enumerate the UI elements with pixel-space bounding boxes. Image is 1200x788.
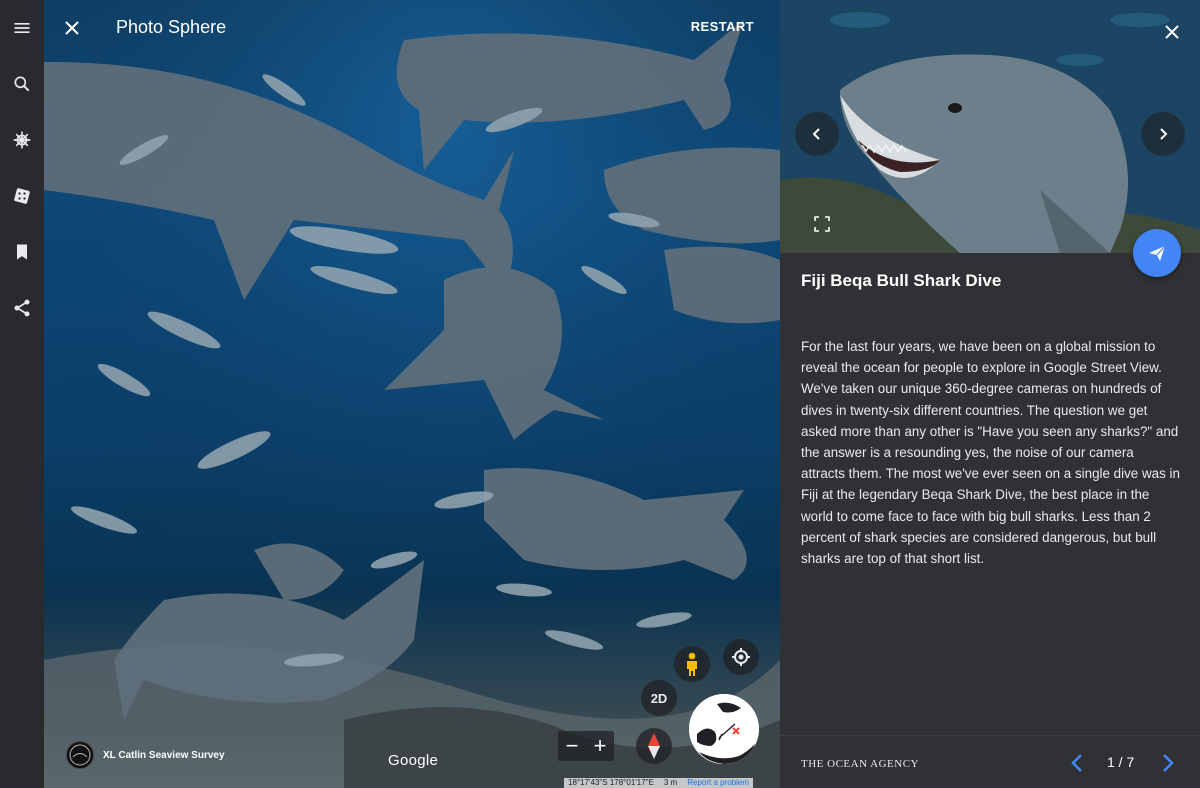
close-icon xyxy=(1165,25,1179,39)
google-logo: Google xyxy=(388,752,439,769)
pegman-icon xyxy=(687,652,697,676)
zoom-in-button[interactable]: + xyxy=(594,735,607,757)
search-button[interactable] xyxy=(6,68,38,100)
fullscreen-icon[interactable] xyxy=(814,216,830,232)
share-icon xyxy=(14,299,30,317)
left-rail xyxy=(0,0,44,788)
close-panel-button[interactable] xyxy=(1160,20,1184,44)
next-story-button[interactable] xyxy=(1158,752,1178,774)
underwater-scene-image xyxy=(44,0,780,788)
page-indicator: 1 / 7 xyxy=(1107,754,1135,770)
my-location-button[interactable] xyxy=(723,639,759,675)
compass-button[interactable] xyxy=(636,728,672,764)
zoom-out-button[interactable]: − xyxy=(566,735,579,757)
chevron-right-icon xyxy=(1160,128,1168,140)
hero-image-carousel[interactable] xyxy=(780,0,1200,253)
send-icon xyxy=(1149,245,1166,261)
compass-icon xyxy=(648,733,660,759)
close-icon xyxy=(65,21,79,35)
bull-shark-photo xyxy=(780,0,1200,253)
close-sphere-button[interactable] xyxy=(58,14,86,42)
chevron-left-icon xyxy=(1071,754,1082,772)
story-title: Fiji Beqa Bull Shark Dive xyxy=(801,271,1002,290)
coordinates-bar: 18°17'43"S 178°01'17"E 3 m Report a prob… xyxy=(564,778,754,788)
dice-icon xyxy=(14,188,30,204)
ship-wheel-icon xyxy=(13,131,31,149)
attribution-label: XL Catlin Seaview Survey xyxy=(103,749,225,761)
zoom-controls: − + xyxy=(558,731,614,761)
search-icon xyxy=(14,76,30,92)
attribution[interactable]: XL Catlin Seaview Survey xyxy=(66,741,225,769)
feeling-lucky-button[interactable] xyxy=(6,180,38,212)
story-description: For the last four years, we have been on… xyxy=(801,339,1180,567)
2d-toggle-button[interactable]: 2D xyxy=(641,680,677,716)
app-root: Photo Sphere RESTART 2D − + XL Catlin Se… xyxy=(0,0,1200,788)
bookmark-icon xyxy=(17,244,27,260)
coordinates-text: 18°17'43"S 178°01'17"E xyxy=(568,778,654,787)
chevron-left-icon xyxy=(812,128,820,140)
panel-footer: THE OCEAN AGENCY 1 / 7 xyxy=(780,735,1200,788)
share-button[interactable] xyxy=(6,292,38,324)
menu-icon xyxy=(14,23,30,33)
report-problem-link[interactable]: Report a problem xyxy=(687,778,749,788)
pegman-button[interactable] xyxy=(674,646,710,682)
scale-text: 3 m xyxy=(663,778,678,787)
globe-minimap[interactable] xyxy=(689,694,759,764)
photo-sphere-viewer[interactable]: Photo Sphere RESTART 2D − + XL Catlin Se… xyxy=(44,0,780,788)
seaview-logo-icon xyxy=(69,744,91,766)
crosshair-icon xyxy=(732,648,750,666)
share-story-button[interactable] xyxy=(1133,229,1181,277)
ocean-agency-logo: THE OCEAN AGENCY xyxy=(801,758,919,770)
info-panel: Fiji Beqa Bull Shark Dive For the last f… xyxy=(780,0,1200,788)
chevron-right-icon xyxy=(1163,754,1174,772)
sphere-title: Photo Sphere xyxy=(116,17,227,37)
hero-next-button[interactable] xyxy=(1141,112,1185,156)
restart-button[interactable]: RESTART xyxy=(691,19,754,34)
projects-button[interactable] xyxy=(6,236,38,268)
menu-button[interactable] xyxy=(6,12,38,44)
previous-story-button[interactable] xyxy=(1067,752,1087,774)
seaview-logo xyxy=(66,741,94,769)
voyager-button[interactable] xyxy=(6,124,38,156)
hero-prev-button[interactable] xyxy=(795,112,839,156)
globe-map-icon xyxy=(689,694,759,764)
